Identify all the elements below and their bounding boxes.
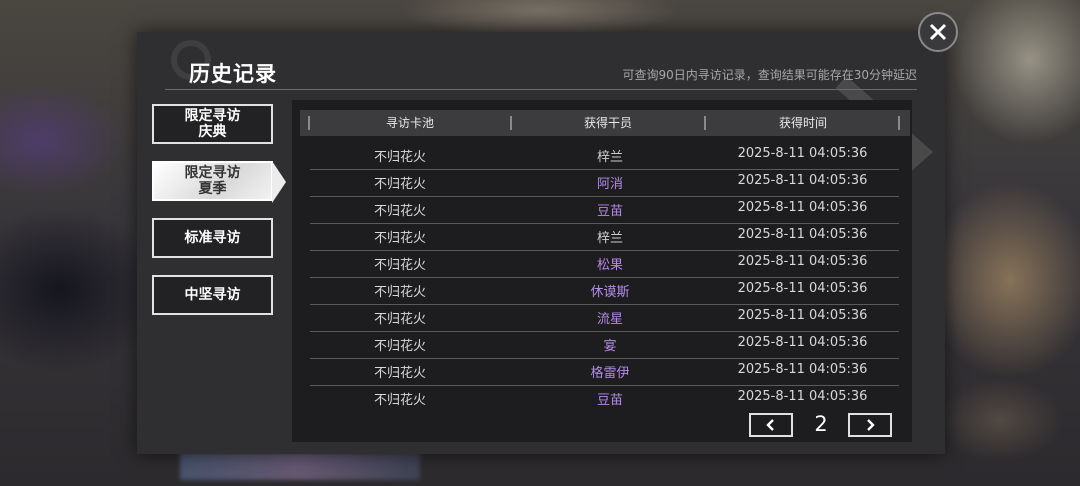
cell-time: 2025-8-11 04:05:36 bbox=[737, 362, 868, 377]
cell-operator: 梓兰 bbox=[596, 231, 623, 246]
cell-pool: 不归花火 bbox=[373, 231, 426, 246]
close-button[interactable] bbox=[918, 12, 958, 52]
cell-operator: 流星 bbox=[596, 312, 623, 327]
table-row: 不归花火 宴 2025-8-11 04:05:36 bbox=[310, 331, 899, 359]
tab-limited-summer[interactable]: 限定寻访 夏季 bbox=[152, 161, 286, 203]
cell-time: 2025-8-11 04:05:36 bbox=[737, 335, 868, 350]
title-divider bbox=[165, 89, 917, 90]
tab-limited-celebration[interactable]: 限定寻访 庆典 bbox=[152, 104, 273, 144]
cell-time: 2025-8-11 04:05:36 bbox=[737, 227, 868, 242]
page-number: 2 bbox=[814, 412, 828, 436]
cell-pool: 不归花火 bbox=[373, 366, 426, 381]
table-row: 不归花火 格雷伊 2025-8-11 04:05:36 bbox=[310, 358, 899, 386]
cell-time: 2025-8-11 04:05:36 bbox=[737, 254, 868, 269]
history-table-panel: 寻访卡池 获得干员 获得时间 不归花火 梓兰 2025-8-11 04:05:3… bbox=[292, 100, 912, 442]
dialog-title: 历史记录 bbox=[189, 62, 277, 86]
cell-operator: 豆苗 bbox=[596, 393, 623, 408]
close-icon bbox=[929, 23, 947, 41]
tab-standard[interactable]: 标准寻访 bbox=[152, 218, 273, 258]
cell-operator: 松果 bbox=[596, 258, 623, 273]
cell-pool: 不归花火 bbox=[373, 339, 426, 354]
cell-pool: 不归花火 bbox=[373, 258, 426, 273]
cell-time: 2025-8-11 04:05:36 bbox=[737, 281, 868, 296]
tab-core[interactable]: 中坚寻访 bbox=[152, 275, 273, 315]
table-row: 不归花火 豆苗 2025-8-11 04:05:36 bbox=[310, 196, 899, 224]
tab-label: 限定寻访 庆典 bbox=[184, 108, 241, 140]
dialog-subtitle: 可查询90日内寻访记录，查询结果可能存在30分钟延迟 bbox=[622, 68, 917, 82]
table-row: 不归花火 休谟斯 2025-8-11 04:05:36 bbox=[310, 277, 899, 305]
cell-operator: 豆苗 bbox=[596, 204, 623, 219]
cell-pool: 不归花火 bbox=[373, 285, 426, 300]
cell-time: 2025-8-11 04:05:36 bbox=[737, 308, 868, 323]
history-dialog: 历史记录 可查询90日内寻访记录，查询结果可能存在30分钟延迟 限定寻访 庆典 … bbox=[137, 32, 945, 454]
table-row: 不归花火 松果 2025-8-11 04:05:36 bbox=[310, 250, 899, 278]
header-operator: 获得干员 bbox=[583, 116, 632, 130]
table-header: 寻访卡池 获得干员 获得时间 bbox=[300, 110, 910, 136]
cell-operator: 宴 bbox=[603, 339, 617, 354]
table-row: 不归花火 梓兰 2025-8-11 04:05:36 bbox=[310, 142, 899, 170]
cell-time: 2025-8-11 04:05:36 bbox=[737, 200, 868, 215]
cell-operator: 梓兰 bbox=[596, 150, 623, 165]
cell-operator: 阿消 bbox=[596, 177, 623, 192]
table-row: 不归花火 流星 2025-8-11 04:05:36 bbox=[310, 304, 899, 332]
header-pool: 寻访卡池 bbox=[385, 116, 434, 130]
cell-operator: 格雷伊 bbox=[590, 366, 630, 381]
cell-pool: 不归花火 bbox=[373, 393, 426, 408]
cell-time: 2025-8-11 04:05:36 bbox=[737, 389, 868, 404]
tab-label: 标准寻访 bbox=[184, 230, 241, 246]
table-row: 不归花火 阿消 2025-8-11 04:05:36 bbox=[310, 169, 899, 197]
header-separator bbox=[898, 116, 900, 130]
chevron-left-icon bbox=[766, 419, 774, 431]
prev-page-button[interactable] bbox=[749, 413, 793, 437]
cell-pool: 不归花火 bbox=[373, 177, 426, 192]
active-tab-arrow-icon bbox=[272, 161, 286, 203]
table-row: 不归花火 豆苗 2025-8-11 04:05:36 bbox=[310, 385, 899, 412]
next-page-button[interactable] bbox=[848, 413, 892, 437]
cell-time: 2025-8-11 04:05:36 bbox=[737, 146, 868, 161]
cell-pool: 不归花火 bbox=[373, 204, 426, 219]
tab-label: 限定寻访 夏季 bbox=[184, 165, 241, 197]
header-time: 获得时间 bbox=[778, 116, 827, 130]
cell-pool: 不归花火 bbox=[373, 150, 426, 165]
table-row: 不归花火 梓兰 2025-8-11 04:05:36 bbox=[310, 223, 899, 251]
chevron-right-icon bbox=[867, 419, 875, 431]
cell-pool: 不归花火 bbox=[373, 312, 426, 327]
cell-time: 2025-8-11 04:05:36 bbox=[737, 173, 868, 188]
cell-operator: 休谟斯 bbox=[590, 285, 630, 300]
tab-label: 中坚寻访 bbox=[184, 287, 241, 303]
